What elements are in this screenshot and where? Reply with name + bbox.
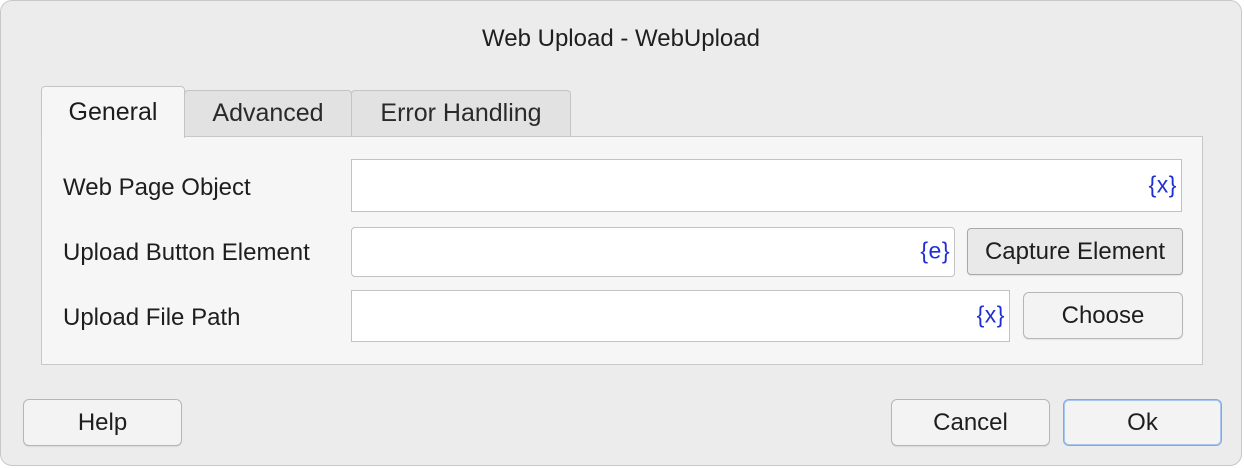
dialog-title: Web Upload - WebUpload: [482, 25, 760, 52]
element-picker-icon[interactable]: {e}: [920, 237, 950, 264]
tab-error-handling-label: Error Handling: [380, 99, 542, 127]
choose-button[interactable]: Choose: [1023, 292, 1183, 339]
web-page-object-label: Web Page Object: [63, 174, 251, 201]
tab-general[interactable]: General: [41, 86, 185, 138]
capture-element-label: Capture Element: [984, 237, 1166, 265]
dialog-window: Web Upload - WebUpload General Advanced …: [0, 0, 1242, 466]
general-panel: Web Page Object {x} Upload Button Elemen…: [41, 136, 1203, 365]
help-button[interactable]: Help: [23, 399, 182, 446]
tab-general-label: General: [68, 98, 158, 126]
ok-button-label: Ok: [1127, 408, 1158, 436]
variable-picker-icon[interactable]: {x}: [977, 301, 1005, 328]
ok-button[interactable]: Ok: [1063, 399, 1222, 446]
upload-button-element-field[interactable]: {e}: [351, 227, 955, 277]
capture-element-button[interactable]: Capture Element: [967, 228, 1183, 275]
tab-advanced-label: Advanced: [212, 99, 324, 127]
variable-picker-icon[interactable]: {x}: [1149, 171, 1177, 198]
upload-file-path-label: Upload File Path: [63, 304, 241, 331]
help-button-label: Help: [77, 408, 128, 436]
cancel-button-label: Cancel: [933, 408, 1008, 436]
upload-button-element-label: Upload Button Element: [63, 239, 310, 266]
upload-file-path-field[interactable]: {x}: [351, 290, 1010, 342]
web-page-object-field[interactable]: {x}: [351, 159, 1182, 212]
tab-advanced[interactable]: Advanced: [184, 90, 352, 136]
tab-error-handling[interactable]: Error Handling: [351, 90, 571, 136]
choose-button-label: Choose: [1061, 301, 1145, 329]
cancel-button[interactable]: Cancel: [891, 399, 1050, 446]
